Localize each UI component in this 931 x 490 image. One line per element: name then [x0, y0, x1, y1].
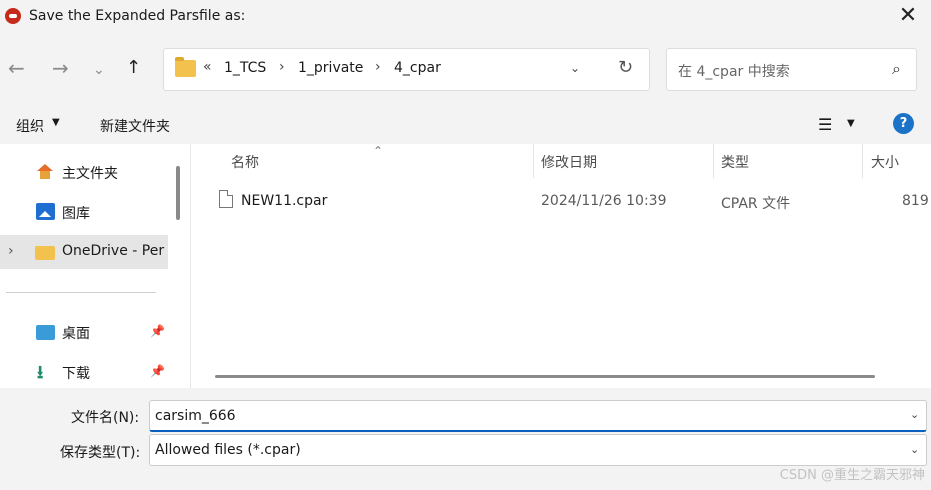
back-button[interactable]: ← — [8, 56, 25, 80]
column-divider[interactable] — [862, 144, 863, 178]
recent-locations-button[interactable]: ⌄ — [93, 58, 105, 82]
breadcrumb-1-private[interactable]: 1_private — [298, 60, 363, 76]
help-icon[interactable]: ? — [893, 113, 914, 134]
sidebar-item-desktop[interactable]: 桌面 📌 — [0, 315, 168, 349]
breadcrumb-separator-icon[interactable]: › — [375, 59, 381, 75]
column-header-type[interactable]: 类型 — [721, 152, 749, 172]
organize-caret-icon[interactable]: ▼ — [52, 117, 60, 128]
expand-chevron-icon[interactable]: › — [8, 243, 14, 259]
folder-icon — [175, 57, 196, 77]
file-row[interactable]: NEW11.cpar 2024/11/26 10:39 CPAR 文件 819 — [191, 188, 931, 216]
filename-input[interactable] — [149, 400, 927, 432]
sidebar-item-downloads[interactable]: ⭳ 下载 📌 — [0, 355, 168, 388]
overflow-chevron-icon[interactable]: « — [203, 59, 212, 75]
column-header-modified[interactable]: 修改日期 — [541, 152, 597, 172]
window-title: Save the Expanded Parsfile as: — [29, 8, 246, 24]
watermark: CSDN @重生之霸天邪神 — [779, 468, 925, 483]
close-button[interactable]: ✕ — [885, 0, 931, 34]
command-bar: 组织 ▼ 新建文件夹 ☰ ▼ ? — [0, 104, 931, 144]
download-icon: ⭳ — [37, 362, 44, 383]
sidebar-item-label: OneDrive - Per — [62, 243, 165, 259]
onedrive-folder-icon — [35, 246, 55, 260]
sidebar-item-onedrive[interactable]: › OneDrive - Per — [0, 235, 168, 269]
app-icon — [5, 8, 21, 24]
up-button[interactable]: ↑ — [126, 56, 141, 80]
sort-ascending-icon: ⌃ — [373, 144, 384, 158]
column-divider[interactable] — [533, 144, 534, 178]
file-size: 819 — [902, 193, 929, 209]
home-icon — [36, 164, 54, 180]
pin-icon[interactable]: 📌 — [150, 364, 165, 378]
view-caret-icon[interactable]: ▼ — [847, 118, 855, 129]
gallery-icon — [36, 203, 55, 220]
filetype-value: Allowed files (*.cpar) — [155, 442, 301, 458]
column-divider[interactable] — [713, 144, 714, 178]
save-options-panel: 文件名(N): ⌄ 保存类型(T): Allowed files (*.cpar… — [0, 388, 931, 490]
refresh-icon[interactable]: ↻ — [618, 57, 633, 78]
filename-dropdown-icon[interactable]: ⌄ — [910, 408, 919, 421]
navigation-bar: ← → ⌄ ↑ « 1_TCS › 1_private › 4_cpar ⌄ ↻… — [0, 34, 931, 104]
pin-icon[interactable]: 📌 — [150, 324, 165, 338]
sidebar-item-home[interactable]: 主文件夹 — [0, 155, 168, 189]
desktop-icon — [36, 325, 55, 340]
sidebar-item-label: 下载 — [62, 366, 90, 382]
file-type: CPAR 文件 — [721, 196, 791, 212]
column-header-size[interactable]: 大小 — [871, 152, 899, 172]
sidebar-item-label: 主文件夹 — [62, 166, 118, 182]
breadcrumb-separator-icon[interactable]: › — [279, 59, 285, 75]
breadcrumb-4-cpar[interactable]: 4_cpar — [394, 60, 441, 76]
view-options-icon[interactable]: ☰ — [818, 115, 832, 134]
address-dropdown-icon[interactable]: ⌄ — [570, 61, 580, 75]
filetype-dropdown-icon[interactable]: ⌄ — [910, 443, 919, 456]
filename-label: 文件名(N): — [71, 410, 140, 426]
filetype-label: 保存类型(T): — [60, 445, 141, 461]
forward-button[interactable]: → — [52, 56, 69, 80]
file-icon — [219, 190, 233, 208]
search-icon[interactable]: ⌕ — [892, 59, 901, 79]
organize-button[interactable]: 组织 — [16, 116, 44, 136]
horizontal-scrollbar[interactable] — [215, 375, 875, 378]
sidebar-item-label: 桌面 — [62, 326, 90, 342]
search-input[interactable]: 在 4_cpar 中搜索 — [678, 61, 790, 81]
sidebar-scroll-thumb[interactable] — [176, 166, 180, 220]
column-header-name[interactable]: 名称 — [231, 152, 259, 172]
address-bar[interactable]: « 1_TCS › 1_private › 4_cpar ⌄ ↻ — [163, 48, 650, 91]
title-bar: Save the Expanded Parsfile as: ✕ — [0, 0, 931, 34]
search-box[interactable]: 在 4_cpar 中搜索 ⌕ — [666, 48, 917, 91]
file-modified: 2024/11/26 10:39 — [541, 193, 667, 209]
breadcrumb-1-tcs[interactable]: 1_TCS — [224, 60, 266, 76]
sidebar-item-gallery[interactable]: 图库 — [0, 195, 168, 229]
navigation-pane: 主文件夹 图库 › OneDrive - Per 桌面 📌 ⭳ 下载 📌 — [0, 144, 190, 388]
sidebar-divider — [6, 292, 156, 293]
file-list: ⌃ 名称 修改日期 类型 大小 NEW11.cpar 2024/11/26 10… — [190, 144, 931, 388]
file-name: NEW11.cpar — [241, 193, 328, 209]
sidebar-item-label: 图库 — [62, 206, 90, 222]
filetype-select[interactable]: Allowed files (*.cpar) — [149, 434, 927, 466]
new-folder-button[interactable]: 新建文件夹 — [100, 116, 170, 136]
